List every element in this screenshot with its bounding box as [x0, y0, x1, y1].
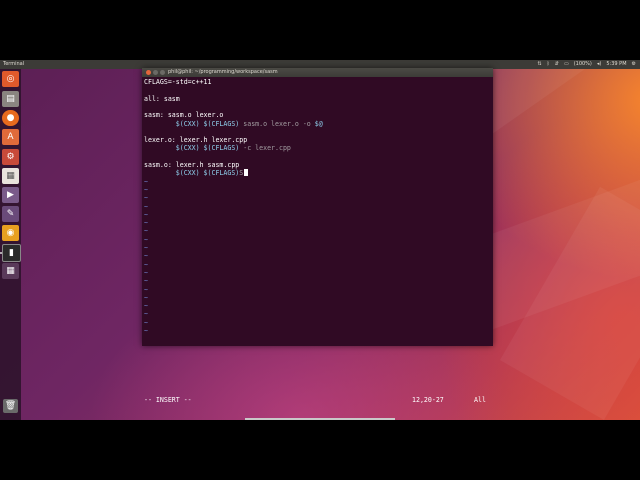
empty-line-marker: ~	[144, 327, 148, 335]
tool-icon[interactable]: ✎	[2, 206, 19, 222]
maximize-icon[interactable]	[160, 70, 165, 75]
firefox-icon[interactable]: ●	[2, 110, 19, 126]
code-line: sasm: sasm.o lexer.o	[144, 111, 223, 119]
system-settings-icon[interactable]: ⚙	[2, 149, 19, 165]
minimize-icon[interactable]	[153, 70, 158, 75]
code-token: $(CXX) $(CFLAGS)	[175, 169, 240, 178]
terminal-icon[interactable]: ▮	[2, 244, 21, 262]
empty-line-marker: ~	[144, 185, 148, 194]
empty-line-marker: ~	[144, 227, 148, 236]
window-edge	[245, 418, 395, 420]
empty-line-marker: ~	[144, 235, 148, 244]
desktop-screen: Terminal ⇅ ᛒ ⇵ ▭ (100%) ◂) 5:39 PM ⚙ ◎ ▤…	[0, 60, 640, 420]
terminal-titlebar[interactable]: phil@phil: ~/programming/workspace/sasm	[142, 68, 493, 77]
empty-line-marker: ~	[144, 277, 148, 286]
pitivi-icon[interactable]: ▶	[2, 187, 19, 203]
code-line: $(CXX) $(CFLAGS)S	[144, 169, 249, 178]
code-token: $(CXX) $(CFLAGS)	[175, 119, 240, 128]
empty-line-marker: ~	[144, 202, 148, 211]
volume-icon[interactable]: ◂)	[597, 60, 601, 69]
terminal-window[interactable]: phil@phil: ~/programming/workspace/sasm …	[142, 68, 493, 404]
empty-line-marker: ~	[144, 293, 148, 302]
empty-line-marker: ~	[144, 310, 148, 319]
active-app-title: Terminal	[3, 61, 25, 67]
libreoffice-impress-icon[interactable]: ▦	[2, 168, 19, 184]
indicator-area: ⇅ ᛒ ⇵ ▭ (100%) ◂) 5:39 PM ⚙	[538, 60, 636, 69]
code-line: $(CXX) $(CFLAGS) -c lexer.cpp	[144, 144, 291, 152]
empty-line-marker: ~	[144, 302, 148, 311]
power-icon[interactable]: ⚙	[632, 60, 636, 69]
code-token: $(CXX) $(CFLAGS)	[175, 144, 240, 153]
code-token: $@	[314, 119, 323, 128]
empty-line-marker: ~	[144, 285, 148, 294]
code-token: sasm.o: lexer.h sasm.cpp	[144, 161, 240, 169]
ubuntu-one-icon[interactable]: ◉	[2, 225, 19, 241]
terminal-text-area[interactable]: CFLAGS=-std=c++11 all: sasm sasm: sasm.o l…	[144, 78, 490, 342]
cursor-position: 12,20-27	[412, 396, 444, 404]
empty-line-marker: ~	[144, 260, 148, 269]
empty-line-marker: ~	[144, 318, 148, 327]
empty-line-marker: ~	[144, 177, 148, 186]
workspace-switcher-icon[interactable]: ▦	[2, 263, 19, 279]
text-cursor	[244, 169, 249, 177]
dash-home-icon[interactable]: ◎	[2, 71, 19, 87]
code-token: lexer.o: lexer.h lexer.cpp	[144, 136, 248, 145]
code-token: sasm: sasm.o lexer.o	[144, 111, 224, 120]
files-icon[interactable]: ▤	[2, 91, 19, 107]
empty-line-marker: ~	[144, 219, 148, 228]
close-icon[interactable]	[146, 70, 151, 75]
code-token: sasm.o lexer.o -o	[239, 119, 315, 128]
empty-line-marker: ~	[144, 268, 148, 277]
empty-line-marker: ~	[144, 194, 148, 203]
code-line: CFLAGS=-std=c++11	[144, 78, 212, 86]
clock[interactable]: 5:39 PM	[606, 60, 626, 69]
software-center-icon[interactable]: A	[2, 129, 19, 145]
code-line: all: sasm	[144, 95, 180, 103]
launcher: ◎ ▤ ● A ⚙ ▦ ▶ ✎ ◉ ▮ ▦ 🗑	[0, 69, 21, 420]
code-token: CFLAGS=-std=c++11	[144, 78, 212, 86]
scroll-position: All	[474, 396, 486, 404]
empty-line-marker: ~	[144, 210, 148, 219]
network-icon[interactable]: ⇵	[555, 60, 559, 69]
code-token: all: sasm	[144, 94, 180, 103]
empty-line-marker: ~	[144, 244, 148, 252]
code-line: $(CXX) $(CFLAGS) sasm.o lexer.o -o $@	[144, 120, 323, 128]
code-line: sasm.o: lexer.h sasm.cpp	[144, 161, 239, 169]
battery-percent[interactable]: (100%)	[574, 60, 592, 69]
battery-icon[interactable]: ▭	[564, 60, 569, 69]
terminal-title: phil@phil: ~/programming/workspace/sasm	[168, 69, 278, 75]
trash-icon[interactable]: 🗑	[3, 399, 18, 413]
keyboard-icon[interactable]: ⇅	[538, 60, 542, 69]
empty-line-marker: ~	[144, 252, 148, 261]
bluetooth-icon[interactable]: ᛒ	[547, 60, 550, 69]
vim-mode: -- INSERT --	[144, 396, 192, 404]
code-line: lexer.o: lexer.h lexer.cpp	[144, 136, 247, 144]
vim-status-line: -- INSERT -- 12,20-27 All	[144, 396, 490, 404]
code-token: -c lexer.cpp	[239, 144, 291, 153]
code-token: S	[239, 169, 244, 178]
